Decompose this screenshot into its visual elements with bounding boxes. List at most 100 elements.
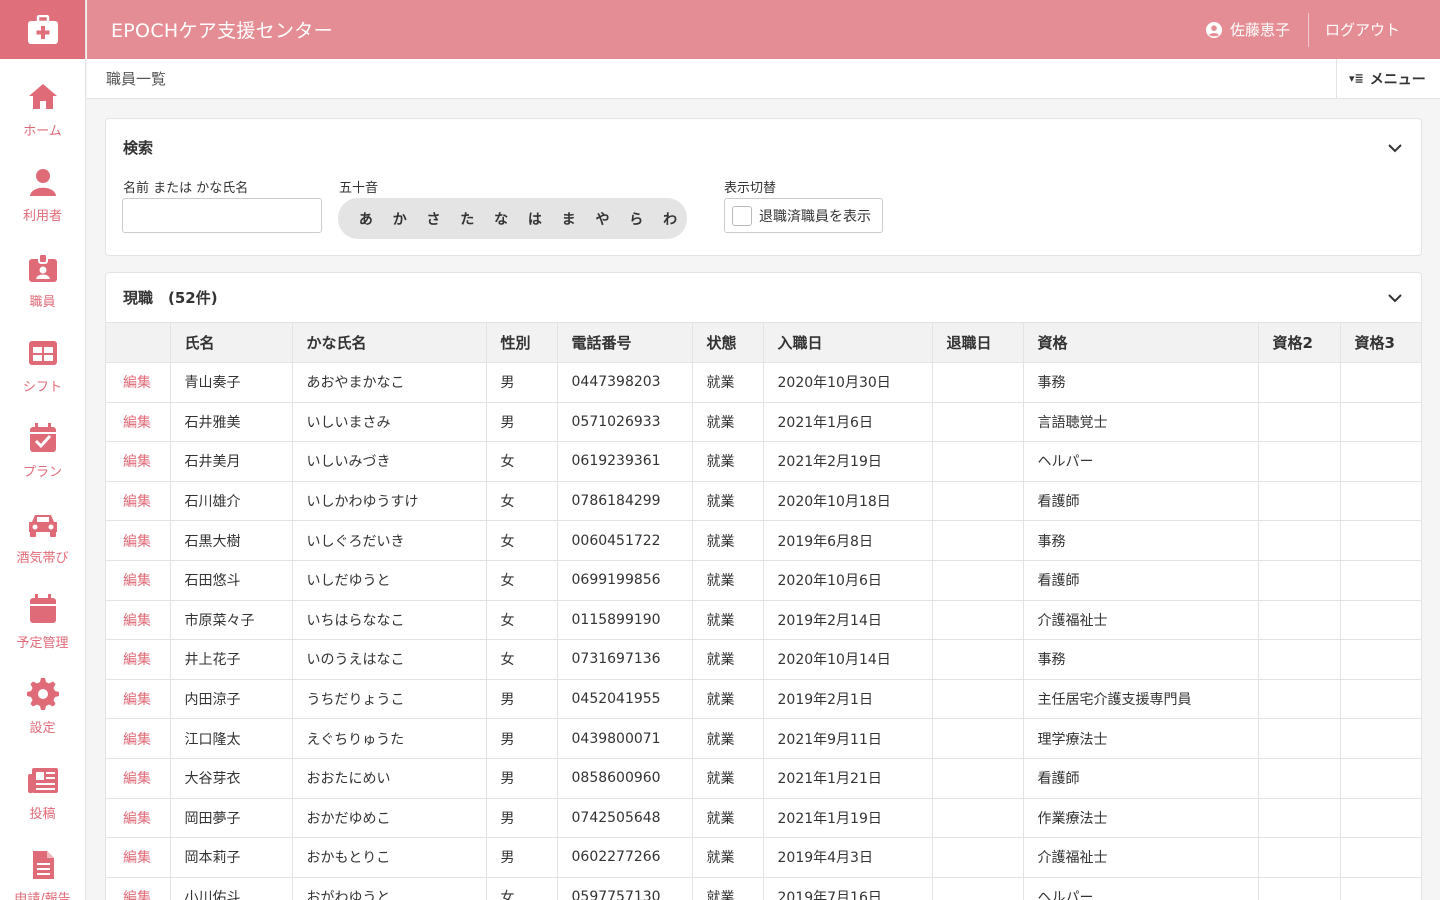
app-title[interactable]: EPOCHケア支援センター xyxy=(111,16,333,43)
edit-link[interactable]: 編集 xyxy=(106,757,171,799)
table-cell: ヘルパー xyxy=(1022,441,1259,482)
table-cell: 男 xyxy=(485,757,558,799)
edit-link[interactable]: 編集 xyxy=(106,639,171,680)
table-cell xyxy=(1339,401,1421,443)
table-cell xyxy=(1257,678,1341,720)
sidebar-item-0[interactable]: ホーム xyxy=(0,67,85,152)
edit-link[interactable]: 編集 xyxy=(106,599,171,641)
kana-button[interactable]: あ xyxy=(349,209,383,229)
top-bar: EPOCHケア支援センター 佐藤恵子 ログアウト xyxy=(87,0,1440,59)
kana-button[interactable]: さ xyxy=(417,209,451,229)
edit-link[interactable]: 編集 xyxy=(106,837,171,878)
edit-link[interactable]: 編集 xyxy=(106,718,171,759)
column-header[interactable]: 状態 xyxy=(691,322,764,363)
table-cell: 就業 xyxy=(691,797,764,839)
table-cell: 看護師 xyxy=(1022,480,1259,522)
table-body: 編集 青山奏子 あおやまかなこ男 0447398203 就業 2020年10月30日 事務編… xyxy=(106,362,1421,900)
table-cell xyxy=(1257,639,1341,680)
table-cell: 2020年10月14日 xyxy=(762,639,933,680)
table-cell: 2021年1月6日 xyxy=(762,401,933,443)
table-cell xyxy=(1339,480,1421,522)
column-header[interactable]: 電話番号 xyxy=(556,322,693,363)
column-header[interactable]: かな氏名 xyxy=(291,322,487,363)
sidebar-item-3[interactable]: シフト xyxy=(0,323,85,408)
table-cell: えぐちりゅうた xyxy=(291,718,487,759)
column-header[interactable]: 資格3 xyxy=(1339,322,1421,363)
table-cell: 2019年4月3日 xyxy=(762,837,933,878)
column-header[interactable]: 資格2 xyxy=(1257,322,1341,363)
kana-button[interactable]: か xyxy=(383,209,417,229)
column-header[interactable]: 資格 xyxy=(1022,322,1259,363)
edit-link[interactable]: 編集 xyxy=(106,441,171,482)
sidebar-item-2[interactable]: 職員 xyxy=(0,238,85,323)
edit-link[interactable]: 編集 xyxy=(106,362,171,403)
sidebar-item-5[interactable]: 酒気帯び xyxy=(0,493,85,578)
menu-button[interactable]: ▾≣ メニュー xyxy=(1336,58,1440,99)
kana-button[interactable]: は xyxy=(518,209,552,229)
sidebar: ホーム 利用者 職員 シフト プラン酒気帯び予定管理 設定 投稿申請/報告 xyxy=(0,0,86,900)
sidebar-item-label: 申請/報告 xyxy=(14,891,71,900)
table-cell: 0597757130 xyxy=(556,876,693,900)
column-header[interactable]: 入職日 xyxy=(762,322,933,363)
table-cell: 2021年2月19日 xyxy=(762,441,933,482)
kana-button[interactable]: や xyxy=(586,209,620,229)
kana-button[interactable]: な xyxy=(484,209,518,229)
table-cell xyxy=(1257,362,1341,403)
chevron-down-icon[interactable] xyxy=(1387,140,1403,156)
table-cell: 2021年1月21日 xyxy=(762,757,933,799)
calendar-check-icon xyxy=(29,423,56,453)
kana-button[interactable]: た xyxy=(450,209,484,229)
show-retired-toggle[interactable]: 退職済職員を表示 xyxy=(724,198,883,233)
kana-label: 五十音 xyxy=(339,181,379,196)
kana-button[interactable]: わ xyxy=(653,209,687,229)
table-cell: あおやまかなこ xyxy=(291,362,487,403)
table-cell: 0060451722 xyxy=(556,520,693,561)
column-header[interactable]: 氏名 xyxy=(169,322,293,363)
table-cell: 0447398203 xyxy=(556,362,693,403)
user-name: 佐藤恵子 xyxy=(1229,21,1290,39)
logout-link[interactable]: ログアウト xyxy=(1309,19,1440,40)
edit-link[interactable]: 編集 xyxy=(106,520,171,561)
table-cell: 就業 xyxy=(691,480,764,522)
edit-link[interactable]: 編集 xyxy=(106,678,171,720)
edit-link[interactable]: 編集 xyxy=(106,480,171,522)
edit-link[interactable]: 編集 xyxy=(106,797,171,839)
staff-list-title[interactable]: 現職 (52件) xyxy=(123,287,218,308)
edit-link[interactable]: 編集 xyxy=(106,876,171,900)
show-retired-label: 退職済職員を表示 xyxy=(759,208,871,225)
table-cell: 理学療法士 xyxy=(1022,718,1259,759)
name-search-input[interactable] xyxy=(122,198,322,233)
table-cell: 就業 xyxy=(691,678,764,720)
table-row: 編集 内田涼子 うちだりょうこ男 0452041955 就業 2019年2月1日 主任居宅介… xyxy=(106,678,1421,720)
table-cell xyxy=(931,441,1024,482)
column-header[interactable]: 性別 xyxy=(485,322,558,363)
gear-icon xyxy=(26,678,59,711)
sidebar-item-label: 酒気帯び xyxy=(16,550,69,566)
sidebar-item-9[interactable]: 申請/報告 xyxy=(0,835,85,900)
show-retired-checkbox[interactable] xyxy=(732,205,752,226)
app-logo[interactable] xyxy=(0,0,85,59)
sidebar-item-7[interactable]: 設定 xyxy=(0,664,85,749)
sidebar-item-4[interactable]: プラン xyxy=(0,408,85,493)
staff-badge-icon xyxy=(28,252,57,282)
edit-link[interactable]: 編集 xyxy=(106,401,171,443)
table-cell: 2019年6月8日 xyxy=(762,520,933,561)
user-circle-icon xyxy=(1205,21,1222,38)
table-cell: 女 xyxy=(485,876,558,900)
sidebar-item-1[interactable]: 利用者 xyxy=(0,152,85,237)
table-row: 編集 大谷芽衣 おおたにめい男 0858600960 就業 2021年1月21日 看護師 xyxy=(106,757,1421,799)
user-menu[interactable]: 佐藤恵子 xyxy=(1205,19,1308,40)
table-cell: 大谷芽衣 xyxy=(169,757,293,799)
search-title[interactable]: 検索 xyxy=(123,137,153,158)
kana-button[interactable]: ら xyxy=(619,209,653,229)
chevron-down-icon[interactable] xyxy=(1387,290,1403,306)
column-header[interactable]: 退職日 xyxy=(931,322,1024,363)
medical-kit-icon xyxy=(27,14,58,44)
sidebar-item-6[interactable]: 予定管理 xyxy=(0,579,85,664)
sidebar-item-8[interactable]: 投稿 xyxy=(0,749,85,834)
table-row: 編集 市原菜々子 いちはらななこ女 0115899190 就業 2019年2月14日 介護福… xyxy=(106,599,1421,641)
kana-button[interactable]: ま xyxy=(552,209,586,229)
table-cell: いちはらななこ xyxy=(291,599,487,641)
edit-link[interactable]: 編集 xyxy=(106,559,171,601)
table-cell xyxy=(1339,520,1421,561)
